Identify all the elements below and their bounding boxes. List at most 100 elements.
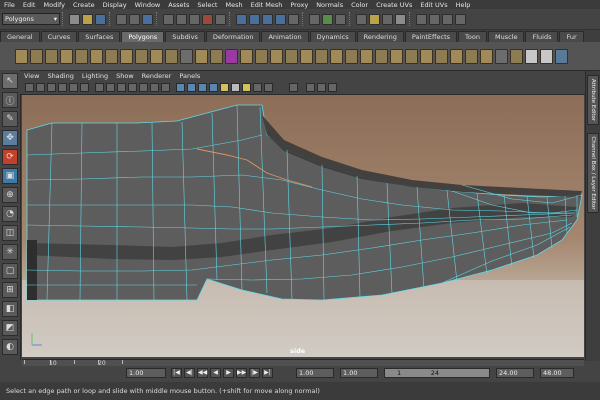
image-plane-icon[interactable] (58, 83, 67, 92)
render-frame-icon[interactable] (369, 13, 380, 25)
face-mask-icon[interactable] (189, 13, 200, 25)
menu-mesh[interactable]: Mesh (221, 1, 246, 9)
poly-prism-icon[interactable] (105, 48, 118, 64)
field-chart-icon[interactable] (139, 83, 148, 92)
tab-general[interactable]: General (0, 31, 40, 42)
gate-mask-icon[interactable] (128, 83, 137, 92)
snap-point-icon[interactable] (262, 13, 273, 25)
tab-muscle[interactable]: Muscle (487, 31, 525, 42)
wireframe-icon[interactable] (176, 83, 185, 92)
go-to-start-icon[interactable]: |◀ (171, 368, 182, 378)
safe-title-icon[interactable] (161, 83, 170, 92)
step-back-key-icon[interactable]: ◀◀ (197, 368, 208, 378)
panel-menu-lighting[interactable]: Lighting (78, 72, 112, 80)
show-manipulator-icon[interactable]: ◫ (2, 225, 18, 241)
save-scene-icon[interactable] (95, 13, 106, 25)
play-forwards-icon[interactable]: ▶ (223, 368, 234, 378)
offset-edge-loop-icon[interactable] (330, 48, 343, 64)
poly-helix-icon[interactable] (150, 48, 163, 64)
menu-proxy[interactable]: Proxy (286, 1, 312, 9)
wireframe-on-shaded-icon[interactable] (198, 83, 207, 92)
poly-soccer-ball-icon[interactable] (165, 48, 178, 64)
menu-color[interactable]: Color (347, 1, 372, 9)
menu-create-uvs[interactable]: Create UVs (372, 1, 416, 9)
step-forward-frame-icon[interactable]: |▶ (249, 368, 260, 378)
misc-mask-icon[interactable] (215, 13, 226, 25)
poke-icon[interactable] (390, 48, 403, 64)
vertex-mask-icon[interactable] (163, 13, 174, 25)
viewport-canvas[interactable] (22, 95, 584, 357)
normal-reverse-icon[interactable] (510, 48, 523, 64)
isolate-select-icon[interactable] (289, 83, 298, 92)
menu-edit-mesh[interactable]: Edit Mesh (247, 1, 287, 9)
quadrangulate-icon[interactable] (480, 48, 493, 64)
panel-menu-panels[interactable]: Panels (175, 72, 204, 80)
lasso-tool-icon[interactable]: ⓛ (2, 92, 18, 108)
panel-menu-show[interactable]: Show (112, 72, 138, 80)
use-all-lights-icon[interactable] (220, 83, 229, 92)
tab-toon[interactable]: Toon (458, 31, 487, 42)
film-gate-icon[interactable] (106, 83, 115, 92)
bevel-icon[interactable] (360, 48, 373, 64)
poly-cylinder-icon[interactable] (45, 48, 58, 64)
tab-animation[interactable]: Animation (261, 31, 309, 42)
step-forward-key-icon[interactable]: ▶▶ (236, 368, 247, 378)
wedge-icon[interactable] (375, 48, 388, 64)
merge-icon[interactable] (345, 48, 358, 64)
reduce-icon[interactable] (435, 48, 448, 64)
go-to-end-icon[interactable]: ▶| (262, 368, 273, 378)
poly-platonic-icon[interactable] (180, 48, 193, 64)
checker-uv-icon[interactable] (540, 48, 553, 64)
hud-icon[interactable] (306, 83, 315, 92)
tab-fur[interactable]: Fur (559, 31, 584, 42)
scale-tool-icon[interactable]: ▣ (2, 168, 18, 184)
persp-outliner-layout-icon[interactable]: ◧ (2, 301, 18, 317)
snap-view-plane-icon[interactable] (275, 13, 286, 25)
menu-normals[interactable]: Normals (312, 1, 347, 9)
tab-rendering[interactable]: Rendering (356, 31, 404, 42)
menu-create[interactable]: Create (69, 1, 99, 9)
separate-icon[interactable] (210, 48, 223, 64)
new-scene-icon[interactable] (69, 13, 80, 25)
last-tool-icon[interactable]: ✳ (2, 244, 18, 260)
panel-menu-renderer[interactable]: Renderer (138, 72, 176, 80)
split-polygon-icon[interactable] (300, 48, 313, 64)
shelf-menu-icon[interactable] (555, 48, 568, 64)
panel-menu-shading[interactable]: Shading (43, 72, 77, 80)
poly-torus-icon[interactable] (90, 48, 103, 64)
select-tool-icon[interactable]: ↖ (2, 73, 18, 89)
step-back-frame-icon[interactable]: ◀| (184, 368, 195, 378)
snap-curve-icon[interactable] (249, 13, 260, 25)
extrude-icon[interactable] (240, 48, 253, 64)
insert-edge-loop-icon[interactable] (315, 48, 328, 64)
tab-painteffects[interactable]: PaintEffects (404, 31, 458, 42)
single-perspective-layout-icon[interactable]: ▢ (2, 263, 18, 279)
start-time-field[interactable]: 1.00 (296, 368, 334, 378)
menu-help[interactable]: Help (452, 1, 475, 9)
four-view-layout-icon[interactable]: ⊞ (2, 282, 18, 298)
tab-dynamics[interactable]: Dynamics (309, 31, 356, 42)
tab-curves[interactable]: Curves (40, 31, 78, 42)
side-viewport[interactable] (22, 95, 584, 357)
append-polygon-icon[interactable] (270, 48, 283, 64)
checker-texture-icon[interactable] (525, 48, 538, 64)
soft-modification-icon[interactable]: ◔ (2, 206, 18, 222)
input-field-icon[interactable] (416, 13, 427, 25)
open-scene-icon[interactable] (82, 13, 93, 25)
channel-box-tab[interactable]: Channel Box / Layer Editor (587, 133, 599, 213)
camera-attributes-icon[interactable] (36, 83, 45, 92)
safe-action-icon[interactable] (150, 83, 159, 92)
history-icon[interactable] (309, 13, 320, 25)
select-hierarchy-icon[interactable] (116, 13, 127, 25)
tab-deformation[interactable]: Deformation (205, 31, 261, 42)
bookmarks-icon[interactable] (47, 83, 56, 92)
show-attribute-editor-icon[interactable] (429, 13, 440, 25)
triangulate-icon[interactable] (465, 48, 478, 64)
select-component-icon[interactable] (142, 13, 153, 25)
xray-joints-icon[interactable] (253, 83, 262, 92)
poly-pyramid-icon[interactable] (120, 48, 133, 64)
universal-manipulator-icon[interactable]: ⊕ (2, 187, 18, 203)
menu-edit-uvs[interactable]: Edit UVs (416, 1, 451, 9)
play-backwards-icon[interactable]: ◀ (210, 368, 221, 378)
persp-graph-layout-icon[interactable]: ◩ (2, 320, 18, 336)
